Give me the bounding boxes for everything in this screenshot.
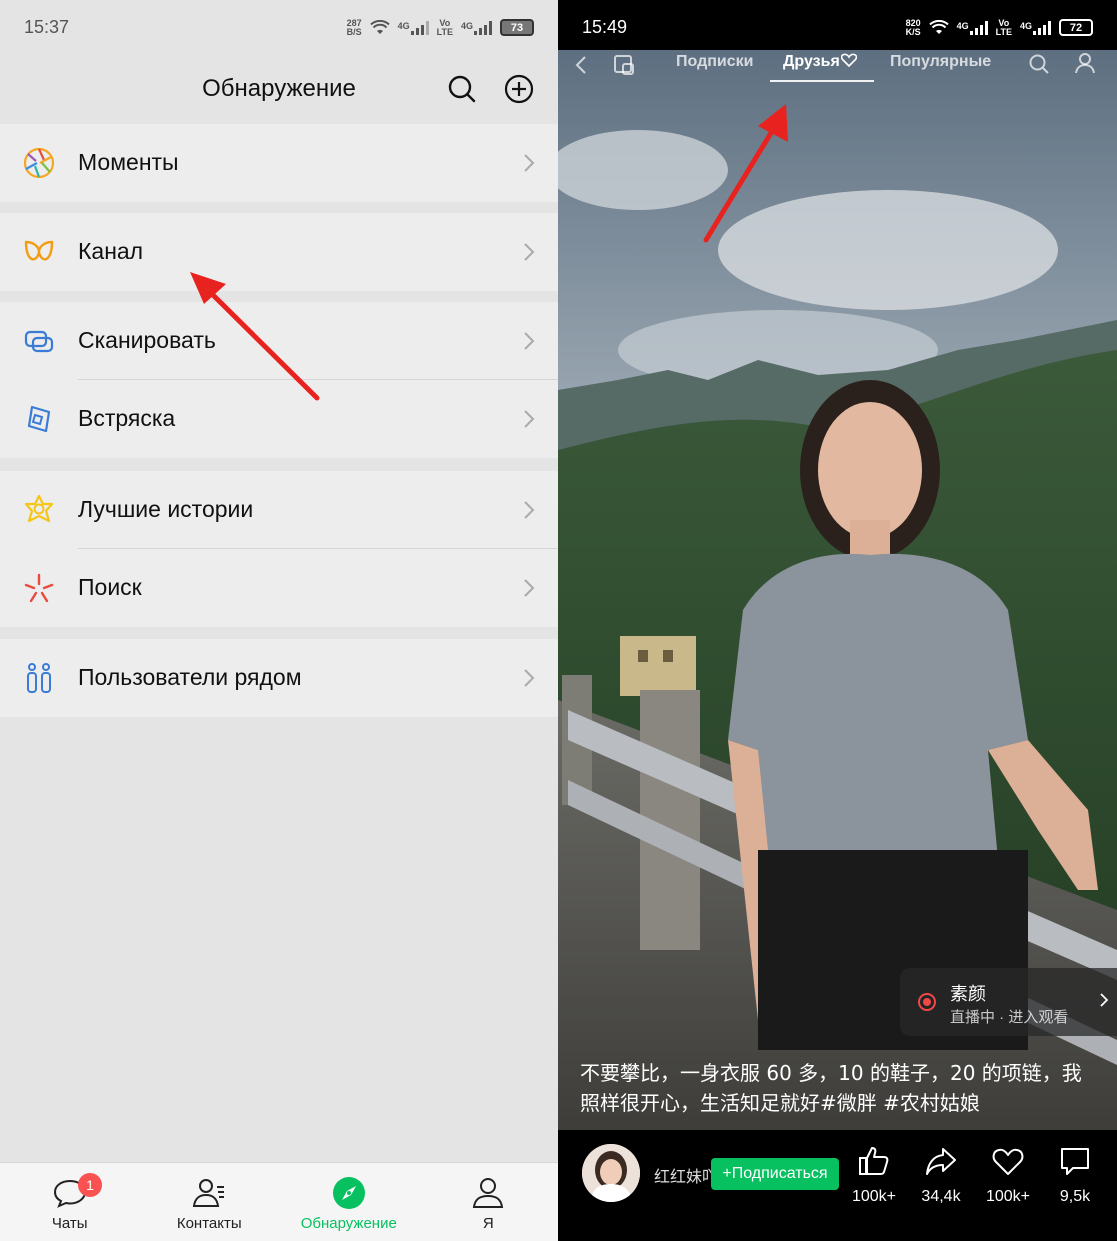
shake-icon [27, 405, 51, 433]
profile-icon[interactable] [1074, 52, 1096, 74]
network-speed: 820 K/S [905, 17, 921, 37]
like-button[interactable]: 100k+ [844, 1144, 904, 1206]
chevron-right-icon [524, 579, 535, 597]
wifi-icon [928, 19, 949, 34]
discover-screen: 15:37 287 B/S 4G Vo LTE 4G 73 Обнаружение [0, 0, 558, 1241]
chevron-right-icon [1100, 993, 1109, 1007]
chevron-right-icon [524, 669, 535, 687]
menu-item-search[interactable]: Поиск [0, 549, 558, 627]
contacts-icon [193, 1179, 225, 1207]
tab-subscriptions[interactable]: Подписки [676, 53, 753, 71]
comment-button[interactable]: 9,5k [1045, 1144, 1105, 1206]
menu-item-shake[interactable]: Встряска [0, 380, 558, 458]
unread-badge: 1 [78, 1173, 102, 1197]
plus-circle-icon[interactable] [501, 71, 537, 107]
float-window-icon[interactable] [612, 53, 636, 77]
share-button[interactable]: 34,4k [911, 1144, 971, 1206]
signal-2: 4G [1020, 20, 1051, 35]
compass-icon [332, 1177, 365, 1209]
tab-discover[interactable]: Обнаружение [279, 1163, 419, 1241]
menu-group-stories-search: Лучшие истории Поиск [0, 471, 558, 627]
menu-item-moments[interactable]: Моменты [0, 124, 558, 202]
people-nearby-icon [27, 663, 51, 693]
tab-chats[interactable]: 1 Чаты [0, 1163, 140, 1241]
active-tab-indicator [770, 80, 874, 82]
thumbs-up-icon [859, 1147, 889, 1175]
search-icon[interactable] [444, 71, 480, 107]
volte-indicator: Vo LTE [995, 17, 1012, 37]
author-name[interactable]: 红红妹吖 [654, 1163, 716, 1187]
network-speed: 287 B/S [346, 17, 362, 37]
tab-contacts[interactable]: Контакты [140, 1163, 280, 1241]
top-stories-icon [24, 494, 54, 523]
live-stream-card[interactable]: 素颜 直播中 · 进入观看 [900, 968, 1117, 1036]
status-bar: 15:49 820 K/S 4G Vo LTE 4G 72 [558, 0, 1117, 55]
status-time: 15:37 [24, 17, 70, 37]
moments-aperture-icon [23, 147, 55, 179]
chevron-right-icon [524, 154, 535, 172]
person-icon [473, 1178, 504, 1208]
menu-item-top-stories[interactable]: Лучшие истории [0, 471, 558, 549]
back-icon[interactable] [574, 55, 588, 75]
heart-icon [840, 53, 857, 68]
menu-group-scan-shake: Сканировать Встряска [0, 302, 558, 458]
channels-video-screen: 15:49 820 K/S 4G Vo LTE 4G 72 Подписки Др… [558, 0, 1117, 1241]
status-bar: 15:37 287 B/S 4G Vo LTE 4G 73 [0, 0, 558, 55]
header: Обнаружение [0, 55, 558, 125]
menu-item-scan[interactable]: Сканировать [0, 302, 558, 380]
signal-1: 4G [957, 20, 988, 35]
avatar[interactable] [582, 1144, 640, 1202]
channels-icon [24, 240, 54, 261]
chevron-right-icon [524, 243, 535, 261]
status-icons: 287 B/S 4G Vo LTE 4G 73 [346, 17, 534, 37]
status-icons: 820 K/S 4G Vo LTE 4G 72 [905, 17, 1093, 37]
video-caption: 不要攀比，一身衣服 60 多，10 的鞋子，20 的项链，我照样很开心，生活知足… [580, 1061, 1082, 1115]
signal-2: 4G [461, 20, 492, 35]
volte-indicator: Vo LTE [436, 17, 453, 37]
scan-icon [24, 330, 54, 353]
tab-popular[interactable]: Популярные [890, 53, 991, 71]
comment-icon [1061, 1148, 1089, 1175]
heart-icon [992, 1148, 1024, 1175]
search-icon[interactable] [1028, 53, 1050, 75]
status-time: 15:49 [582, 17, 628, 37]
tab-friends[interactable]: Друзья [783, 53, 857, 71]
bottom-tab-bar: 1 Чаты Контакты Обнаружение Я [0, 1162, 558, 1241]
wifi-icon [369, 19, 390, 34]
menu-item-people-nearby[interactable]: Пользователи рядом [0, 639, 558, 717]
video-top-nav: Подписки Друзья Популярные [558, 50, 1117, 100]
menu-group-moments: Моменты [0, 124, 558, 202]
battery-icon: 72 [1059, 19, 1093, 36]
share-arrow-icon [926, 1148, 956, 1175]
live-record-icon [918, 993, 936, 1011]
video-bottom-bar: 红红妹吖 +Подписаться 100k+ 34,4k 100k+ 9,5k [558, 1130, 1117, 1241]
favorite-button[interactable]: 100k+ [978, 1144, 1038, 1206]
follow-button[interactable]: +Подписаться [711, 1158, 839, 1190]
menu-group-channels: Канал [0, 213, 558, 291]
chevron-right-icon [524, 410, 535, 428]
chevron-right-icon [524, 332, 535, 350]
battery-icon: 73 [500, 19, 534, 36]
chevron-right-icon [524, 501, 535, 519]
tab-me[interactable]: Я [419, 1163, 559, 1241]
search-sparkle-icon [24, 573, 54, 603]
menu-group-nearby: Пользователи рядом [0, 639, 558, 717]
menu-item-channels[interactable]: Канал [0, 213, 558, 291]
signal-1: 4G [398, 20, 429, 35]
